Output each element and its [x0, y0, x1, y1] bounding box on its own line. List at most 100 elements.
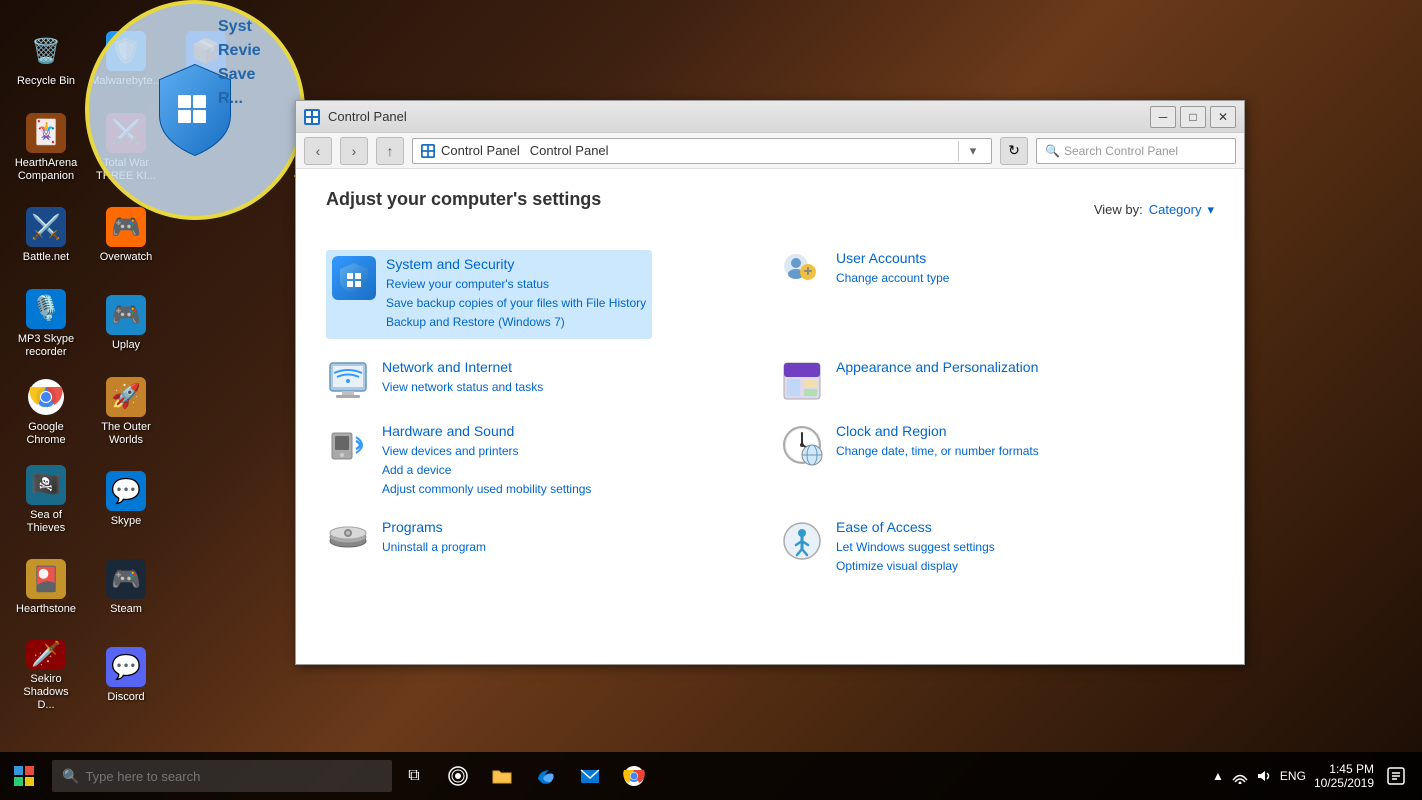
address-bar-icon	[421, 144, 435, 158]
clock-region-info: Clock and Region Change date, time, or n…	[836, 423, 1039, 461]
desktop-icon-hearthstone[interactable]: 🎴 Hearthstone	[10, 548, 82, 628]
desktop-icon-uplay[interactable]: 🎮 Uplay	[90, 284, 162, 364]
overwatch-icon: 🎮	[106, 207, 146, 247]
clock-icon	[780, 423, 824, 467]
network-svg	[326, 359, 370, 403]
mail-button[interactable]	[568, 752, 612, 800]
desktop-icon-sea-of-thieves[interactable]: 🏴‍☠️ Sea of Thieves	[10, 460, 82, 540]
mail-icon	[579, 765, 601, 787]
hs-link-1[interactable]: View devices and printers	[382, 442, 591, 461]
uplay-icon: 🎮	[106, 295, 146, 335]
programs-title[interactable]: Programs	[382, 519, 486, 535]
edge-icon	[535, 765, 557, 787]
desktop-icon-steam[interactable]: 🎮 Steam	[90, 548, 162, 628]
programs-info: Programs Uninstall a program	[382, 519, 486, 557]
address-text: Control Panel	[441, 143, 520, 158]
category-appearance: Appearance and Personalization	[780, 359, 1214, 403]
start-button[interactable]	[0, 752, 48, 800]
ss-link-1[interactable]: Review your computer's status	[386, 275, 646, 294]
show-hidden-icons[interactable]: ▲	[1212, 769, 1224, 783]
category-programs: Programs Uninstall a program	[326, 519, 760, 576]
edge-button[interactable]	[524, 752, 568, 800]
task-view-icon: ⧉	[408, 767, 419, 785]
desktop-icon-mp3skype[interactable]: 🎙️ MP3 Skype recorder	[10, 284, 82, 364]
hardware-info: Hardware and Sound View devices and prin…	[382, 423, 591, 500]
up-button[interactable]: ↑	[376, 137, 404, 165]
sekiro-icon: 🗡️	[26, 640, 66, 669]
cortana-icon	[448, 766, 468, 786]
hardware-title[interactable]: Hardware and Sound	[382, 423, 591, 439]
desktop-icon-hearthstone-arena[interactable]: 🃏 HearthArena Companion	[10, 108, 82, 188]
search-input[interactable]	[85, 769, 382, 784]
file-explorer-button[interactable]	[480, 752, 524, 800]
appearance-title[interactable]: Appearance and Personalization	[836, 359, 1038, 375]
windows-logo	[14, 766, 34, 786]
ease-title[interactable]: Ease of Access	[836, 519, 995, 535]
discord-icon: 💬	[106, 647, 146, 687]
appearance-svg	[780, 359, 824, 403]
ua-link-1[interactable]: Change account type	[836, 269, 949, 288]
prog-link-1[interactable]: Uninstall a program	[382, 538, 486, 557]
view-by-control[interactable]: View by: Category ▾	[1094, 202, 1214, 218]
clock-time: 1:45 PM	[1314, 762, 1374, 776]
outer-worlds-label: The Outer Worlds	[94, 421, 158, 447]
system-security-title[interactable]: System and Security	[386, 256, 646, 272]
network-tray-icon	[1232, 768, 1248, 784]
view-by-value[interactable]: Category	[1149, 202, 1202, 217]
clock[interactable]: 1:45 PM 10/25/2019	[1314, 762, 1374, 790]
desktop-icon-battlenet[interactable]: ⚔️ Battle.net	[10, 196, 82, 276]
cr-link-1[interactable]: Change date, time, or number formats	[836, 442, 1039, 461]
close-button[interactable]: ✕	[1210, 106, 1236, 128]
forward-button[interactable]: ›	[340, 137, 368, 165]
back-button[interactable]: ‹	[304, 137, 332, 165]
battlenet-label: Battle.net	[23, 251, 69, 264]
address-label: Control Panel	[530, 143, 609, 158]
cortana-button[interactable]	[436, 752, 480, 800]
steam-label: Steam	[110, 603, 142, 616]
minimize-button[interactable]: ─	[1150, 106, 1176, 128]
desktop-icon-chrome[interactable]: Google Chrome	[10, 372, 82, 452]
desktop-icon-skype[interactable]: 💬 Skype	[90, 460, 162, 540]
ni-link-1[interactable]: View network status and tasks	[382, 378, 543, 397]
desktop-icon-sekiro[interactable]: 🗡️ Sekiro Shadows D...	[10, 636, 82, 716]
address-dropdown[interactable]: ▾	[963, 141, 983, 161]
magnify-text-overlay: Syst Revie Save R...	[218, 15, 261, 111]
category-system-security: System and Security Review your computer…	[326, 250, 760, 339]
desktop-icon-discord[interactable]: 💬 Discord	[90, 636, 162, 716]
address-bar[interactable]: Control Panel Control Panel ▾	[412, 138, 992, 164]
battlenet-icon: ⚔️	[26, 207, 66, 247]
sea-of-thieves-label: Sea of Thieves	[14, 509, 78, 535]
toolbar: ‹ › ↑ Control Panel Control Panel ▾	[296, 133, 1244, 169]
network-icon	[326, 359, 370, 403]
search-field[interactable]: 🔍 Search Control Panel	[1036, 138, 1236, 164]
ea-link-2[interactable]: Optimize visual display	[836, 557, 995, 576]
system-security-info: System and Security Review your computer…	[386, 256, 646, 333]
discord-label: Discord	[107, 691, 144, 704]
recycle-bin-icon: 🗑️	[26, 31, 66, 71]
ss-link-2[interactable]: Save backup copies of your files with Fi…	[386, 294, 646, 313]
notification-center[interactable]	[1382, 762, 1410, 790]
user-accounts-title[interactable]: User Accounts	[836, 250, 949, 266]
chrome-taskbar-button[interactable]	[612, 752, 656, 800]
search-icon: 🔍	[1045, 144, 1060, 158]
refresh-button[interactable]: ↻	[1000, 137, 1028, 165]
hs-link-3[interactable]: Adjust commonly used mobility settings	[382, 480, 591, 499]
control-panel-window: Control Panel ─ □ ✕ ‹ › ↑	[295, 100, 1245, 665]
chrome-label: Google Chrome	[14, 421, 78, 447]
hearthstone-label: Hearthstone	[16, 603, 76, 616]
desktop-icon-outer-worlds[interactable]: 🚀 The Outer Worlds	[90, 372, 162, 452]
maximize-button[interactable]: □	[1180, 106, 1206, 128]
ss-link-3[interactable]: Backup and Restore (Windows 7)	[386, 313, 646, 332]
appearance-icon	[780, 359, 824, 403]
taskbar-search[interactable]: 🔍	[52, 760, 392, 792]
task-view-button[interactable]: ⧉	[392, 752, 436, 800]
ea-link-1[interactable]: Let Windows suggest settings	[836, 538, 995, 557]
language-indicator[interactable]: ENG	[1280, 769, 1306, 783]
control-panel-icon	[304, 109, 320, 125]
ease-info: Ease of Access Let Windows suggest setti…	[836, 519, 995, 576]
clock-title[interactable]: Clock and Region	[836, 423, 1039, 439]
user-accounts-info: User Accounts Change account type	[836, 250, 949, 288]
hs-link-2[interactable]: Add a device	[382, 461, 591, 480]
network-title[interactable]: Network and Internet	[382, 359, 543, 375]
desktop-icon-recycle-bin[interactable]: 🗑️ Recycle Bin	[10, 20, 82, 100]
